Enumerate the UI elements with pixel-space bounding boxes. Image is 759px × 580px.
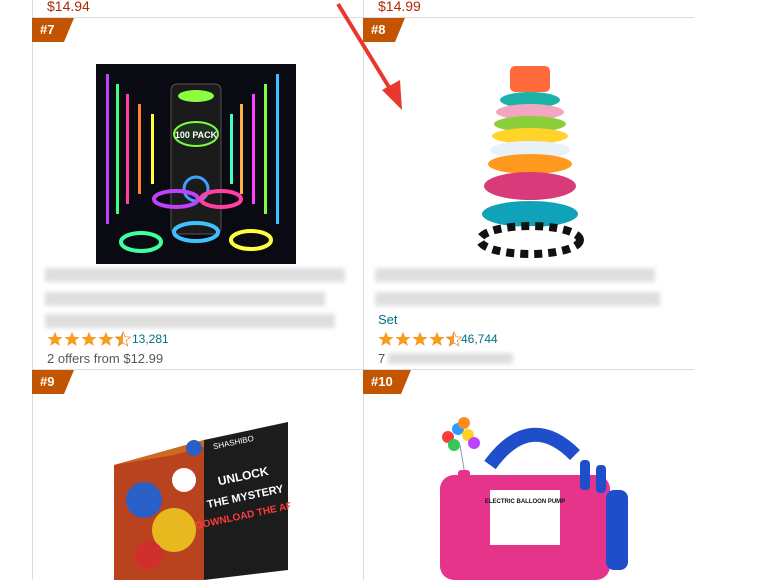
redacted-title [375, 268, 655, 282]
star-icon [412, 331, 428, 346]
redacted-title [375, 292, 660, 306]
star-icon [64, 331, 80, 346]
product-image-stacking-rings[interactable] [470, 64, 590, 264]
grid-divider [32, 0, 33, 580]
redacted-title [45, 292, 325, 306]
rating-count-link[interactable]: 13,281 [132, 332, 169, 346]
rank-badge: #9 [32, 370, 74, 394]
star-half-icon [446, 331, 462, 347]
redacted-title [45, 268, 345, 282]
star-half-icon [115, 331, 131, 347]
grid-divider [32, 369, 694, 370]
offers-text[interactable]: 2 offers from $12.99 [47, 351, 163, 366]
product-image-shashibo-cube[interactable]: UNLOCK THE MYSTERY DOWNLOAD THE APP SHAS… [104, 410, 290, 580]
product-image-balloon-pump[interactable]: ELECTRIC BALLOON PUMP [430, 415, 630, 580]
star-rating[interactable] [378, 331, 462, 347]
star-icon [81, 331, 97, 346]
star-icon [378, 331, 394, 346]
bestseller-grid: $14.94 $14.99 #7 100 PACK 13,281 2 offer… [0, 0, 759, 580]
page-margin [694, 0, 759, 580]
rank-badge: #7 [32, 18, 74, 42]
product-title-link[interactable]: Set [378, 312, 398, 327]
rank-badge: #10 [363, 370, 411, 394]
product-image-glow-sticks[interactable]: 100 PACK [96, 64, 296, 264]
star-rating[interactable] [47, 331, 131, 347]
pointer-arrow-icon [336, 2, 402, 110]
star-icon [98, 331, 114, 346]
star-icon [47, 331, 63, 346]
product-price: $14.94 [47, 0, 90, 14]
offers-text[interactable]: 7 [378, 351, 385, 366]
rating-count-link[interactable]: 46,744 [461, 332, 498, 346]
package-text: 100 PACK [175, 130, 218, 140]
redacted-title [45, 314, 335, 328]
pump-label: ELECTRIC BALLOON PUMP [485, 499, 565, 505]
redacted-offers [388, 353, 513, 364]
star-icon [395, 331, 411, 346]
star-icon [429, 331, 445, 346]
